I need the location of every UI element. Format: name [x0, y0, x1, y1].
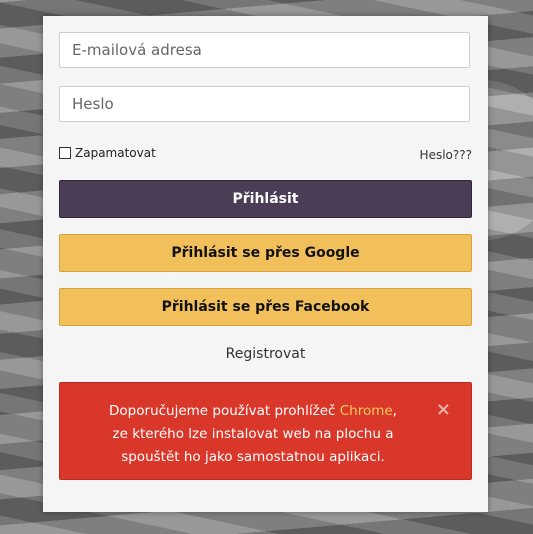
alert-text-prefix: Doporučujeme používat prohlížeč — [109, 403, 340, 419]
remember-checkbox[interactable]: Zapamatovat — [59, 146, 156, 160]
alert-message: Doporučujeme používat prohlížeč Chrome, … — [88, 400, 418, 469]
email-input[interactable] — [59, 32, 470, 68]
login-panel: Zapamatovat Heslo??? Přihlásit Přihlásit… — [43, 16, 488, 512]
forgot-password-link[interactable]: Heslo??? — [420, 148, 472, 162]
remember-label: Zapamatovat — [75, 146, 156, 160]
facebook-login-button[interactable]: Přihlásit se přes Facebook — [59, 288, 472, 326]
alert-line-2: ze kterého lze instalovat web na plochu … — [112, 426, 394, 442]
checkbox-box[interactable] — [59, 147, 71, 159]
alert-text-suffix: , — [392, 403, 397, 419]
browser-recommendation-alert: Doporučujeme používat prohlížeč Chrome, … — [59, 382, 472, 480]
login-button[interactable]: Přihlásit — [59, 180, 472, 218]
password-input[interactable] — [59, 86, 470, 122]
alert-line-3: spouštět ho jako samostatnou aplikaci. — [121, 449, 385, 465]
register-link[interactable]: Registrovat — [43, 346, 488, 362]
close-icon[interactable]: × — [436, 399, 451, 420]
google-login-button[interactable]: Přihlásit se přes Google — [59, 234, 472, 272]
chrome-link[interactable]: Chrome — [340, 403, 393, 419]
